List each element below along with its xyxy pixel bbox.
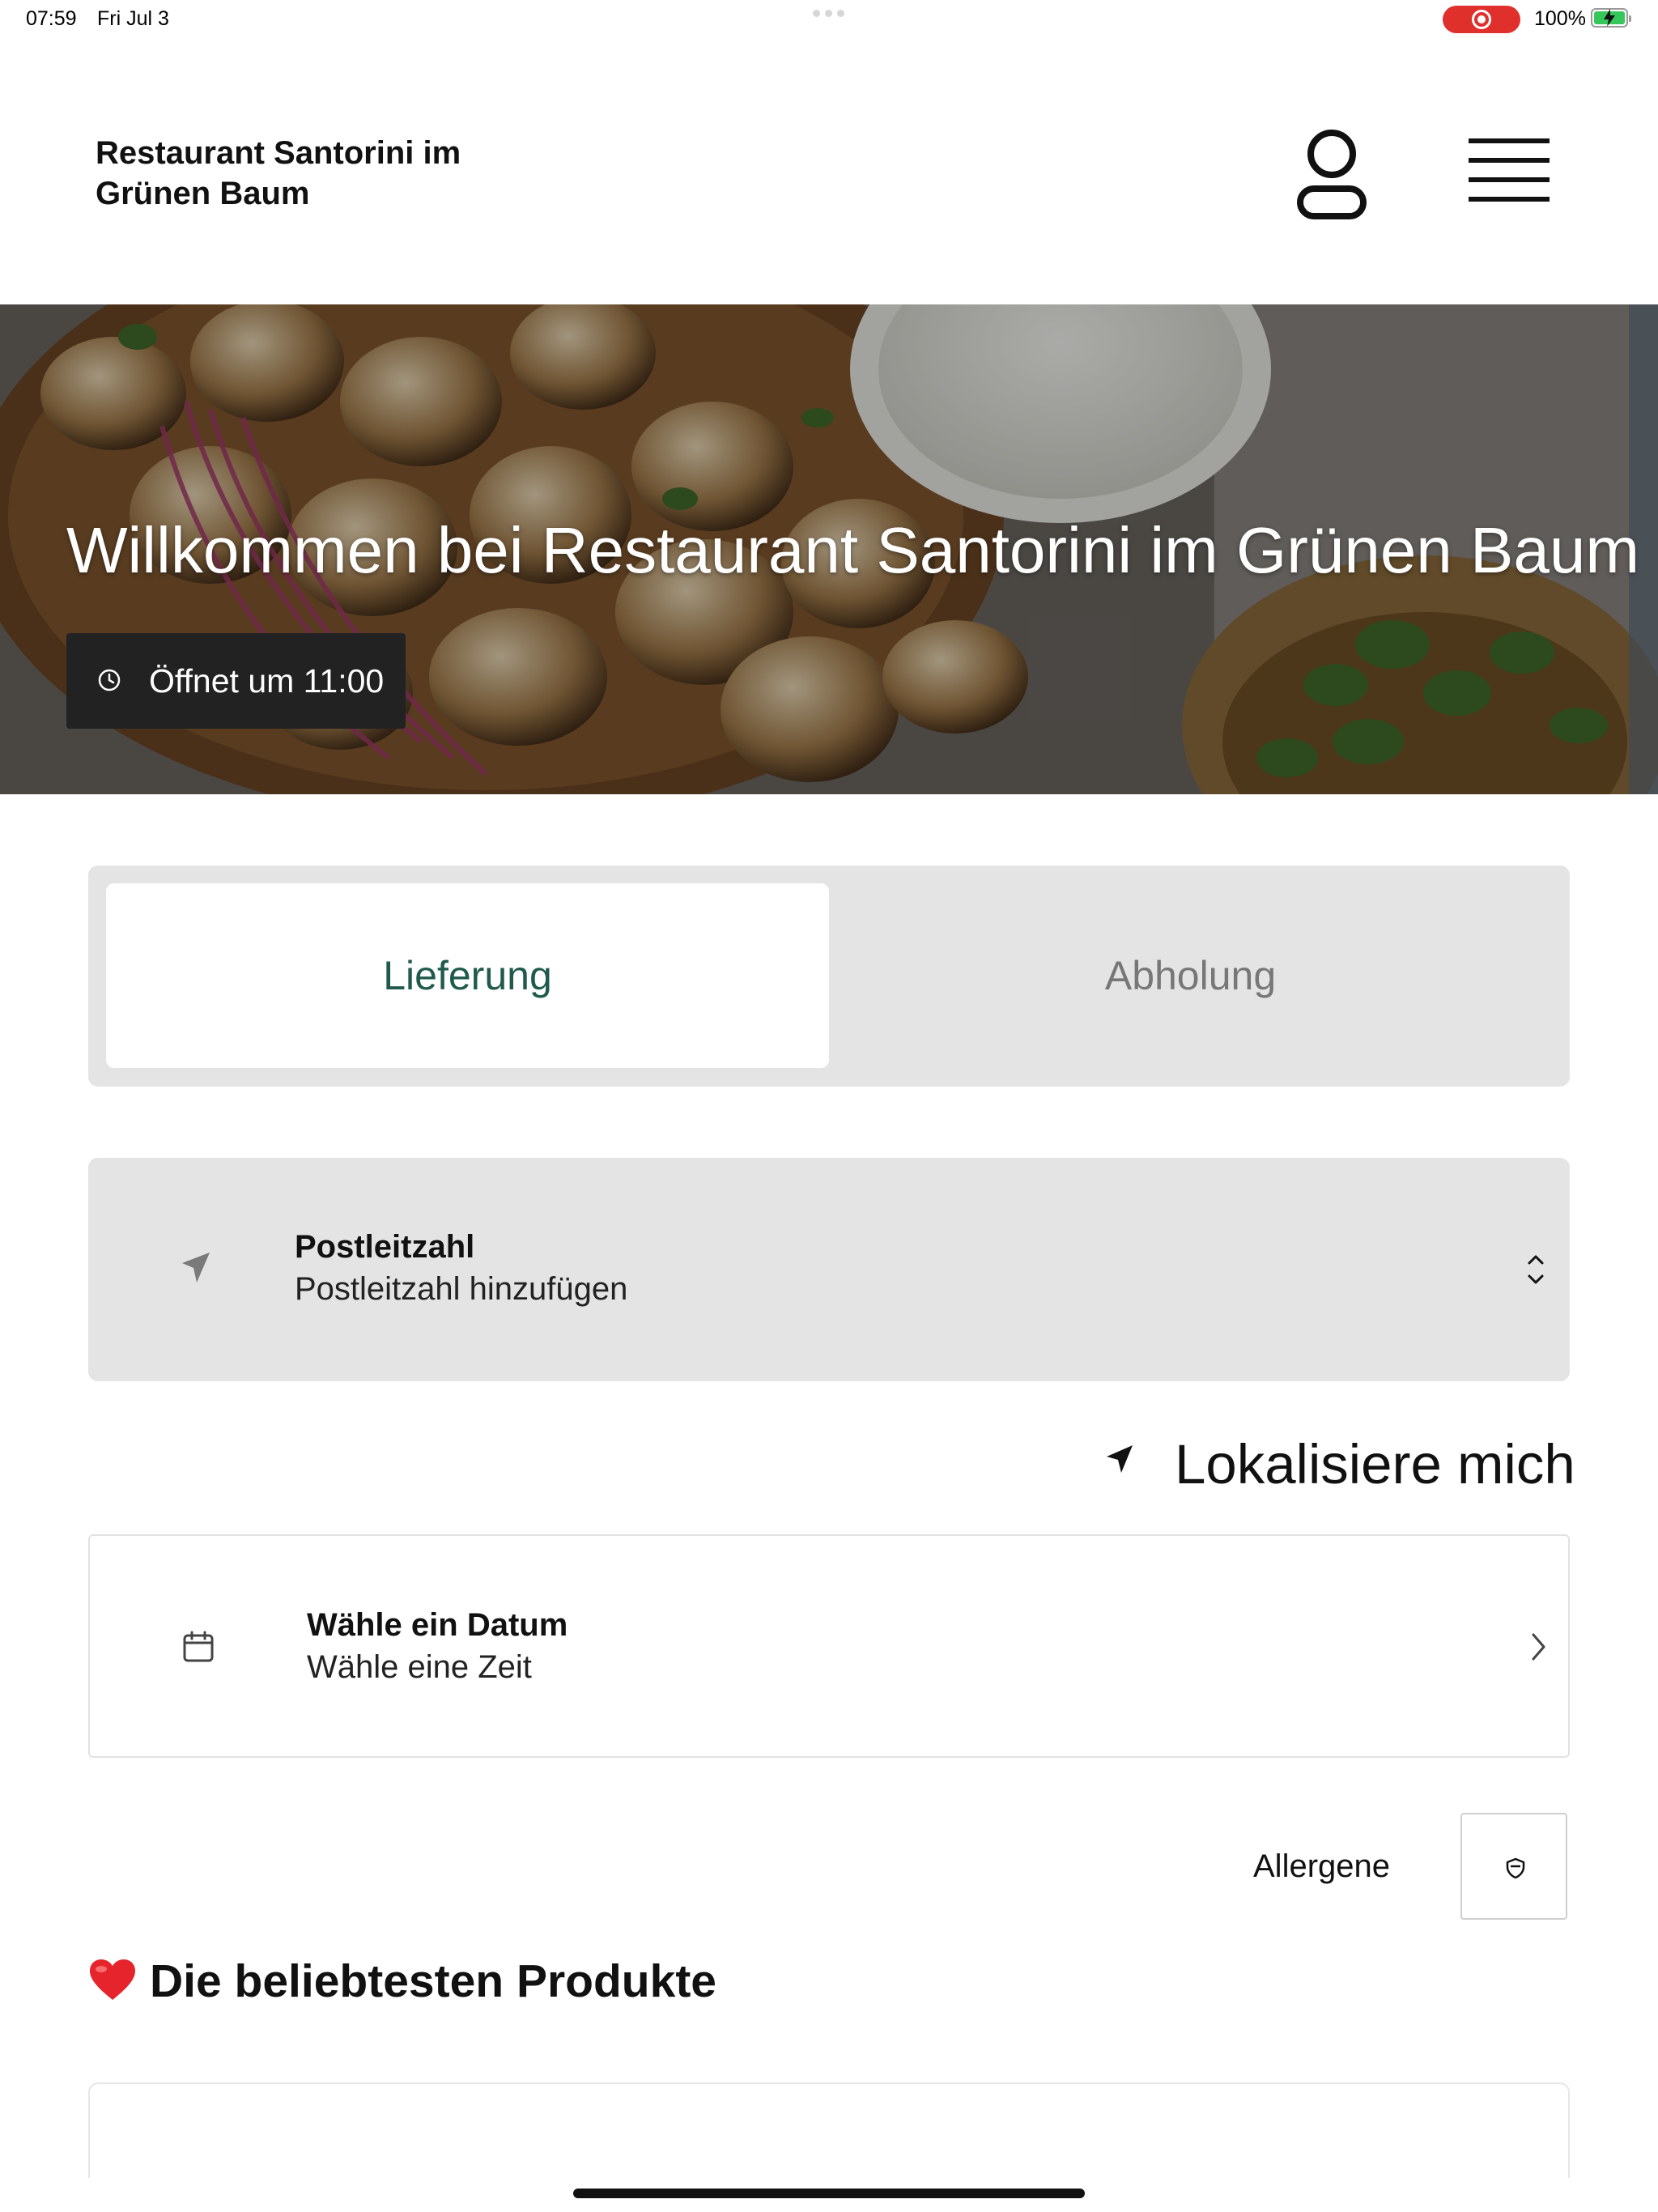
tab-pickup[interactable]: Abholung: [829, 883, 1552, 1068]
chevron-right-icon: [1532, 1633, 1545, 1661]
date-label: Wähle ein Datum: [307, 1607, 568, 1643]
heart-icon: [90, 1959, 135, 2000]
popular-products-heading: Die beliebtesten Produkte: [88, 1955, 716, 2008]
site-header: Restaurant Santorini im Grünen Baum: [0, 39, 1658, 304]
allergens-filter-button[interactable]: [1460, 1813, 1567, 1920]
calendar-icon: [183, 1631, 214, 1662]
locate-me-label: Lokalisiere mich: [1175, 1433, 1575, 1495]
clock-icon: [98, 669, 121, 691]
menu-button[interactable]: [1460, 132, 1558, 213]
allergens-label: Allergene: [1253, 1848, 1391, 1884]
battery-percentage: 100%: [1534, 7, 1586, 30]
popular-products-title: Die beliebtesten Produkte: [150, 1955, 717, 2007]
hamburger-menu-icon: [1469, 138, 1550, 202]
date-time-selector[interactable]: Wähle ein Datum Wähle eine Zeit: [88, 1534, 1570, 1758]
charging-bolt-icon: [1604, 9, 1615, 27]
account-button[interactable]: [1287, 124, 1376, 221]
multitasking-dots-icon[interactable]: [813, 10, 845, 23]
user-icon: [1297, 130, 1367, 219]
postal-code-placeholder: Postleitzahl hinzufügen: [295, 1271, 628, 1307]
opening-hours-text: Öffnet um 11:00: [149, 662, 385, 700]
navigation-arrow-icon: [182, 1253, 210, 1283]
opening-hours-badge: Öffnet um 11:00: [66, 633, 406, 729]
hero-banner: Willkommen bei Restaurant Santorini im G…: [0, 304, 1658, 794]
shield-icon: [1506, 1857, 1525, 1879]
chevron-up-down-icon: [1528, 1255, 1544, 1284]
status-time: 07:59: [26, 7, 77, 30]
hero-title: Willkommen bei Restaurant Santorini im G…: [66, 514, 1640, 586]
order-mode-switch: Lieferung Abholung: [88, 866, 1570, 1087]
restaurant-name[interactable]: Restaurant Santorini im Grünen Baum: [96, 133, 517, 214]
postal-code-selector[interactable]: Postleitzahl Postleitzahl hinzufügen: [88, 1158, 1570, 1381]
home-indicator[interactable]: [573, 2189, 1085, 2198]
tab-delivery[interactable]: Lieferung: [106, 883, 829, 1068]
postal-code-label: Postleitzahl: [295, 1229, 475, 1265]
location-arrow-icon: [1107, 1445, 1133, 1473]
locate-me-button[interactable]: Lokalisiere mich: [1105, 1427, 1575, 1495]
screen-recording-icon[interactable]: [1443, 6, 1520, 33]
status-bar: 07:59 Fri Jul 3 100%: [0, 0, 1658, 39]
status-date: Fri Jul 3: [97, 7, 169, 30]
time-label: Wähle eine Zeit: [307, 1649, 532, 1685]
